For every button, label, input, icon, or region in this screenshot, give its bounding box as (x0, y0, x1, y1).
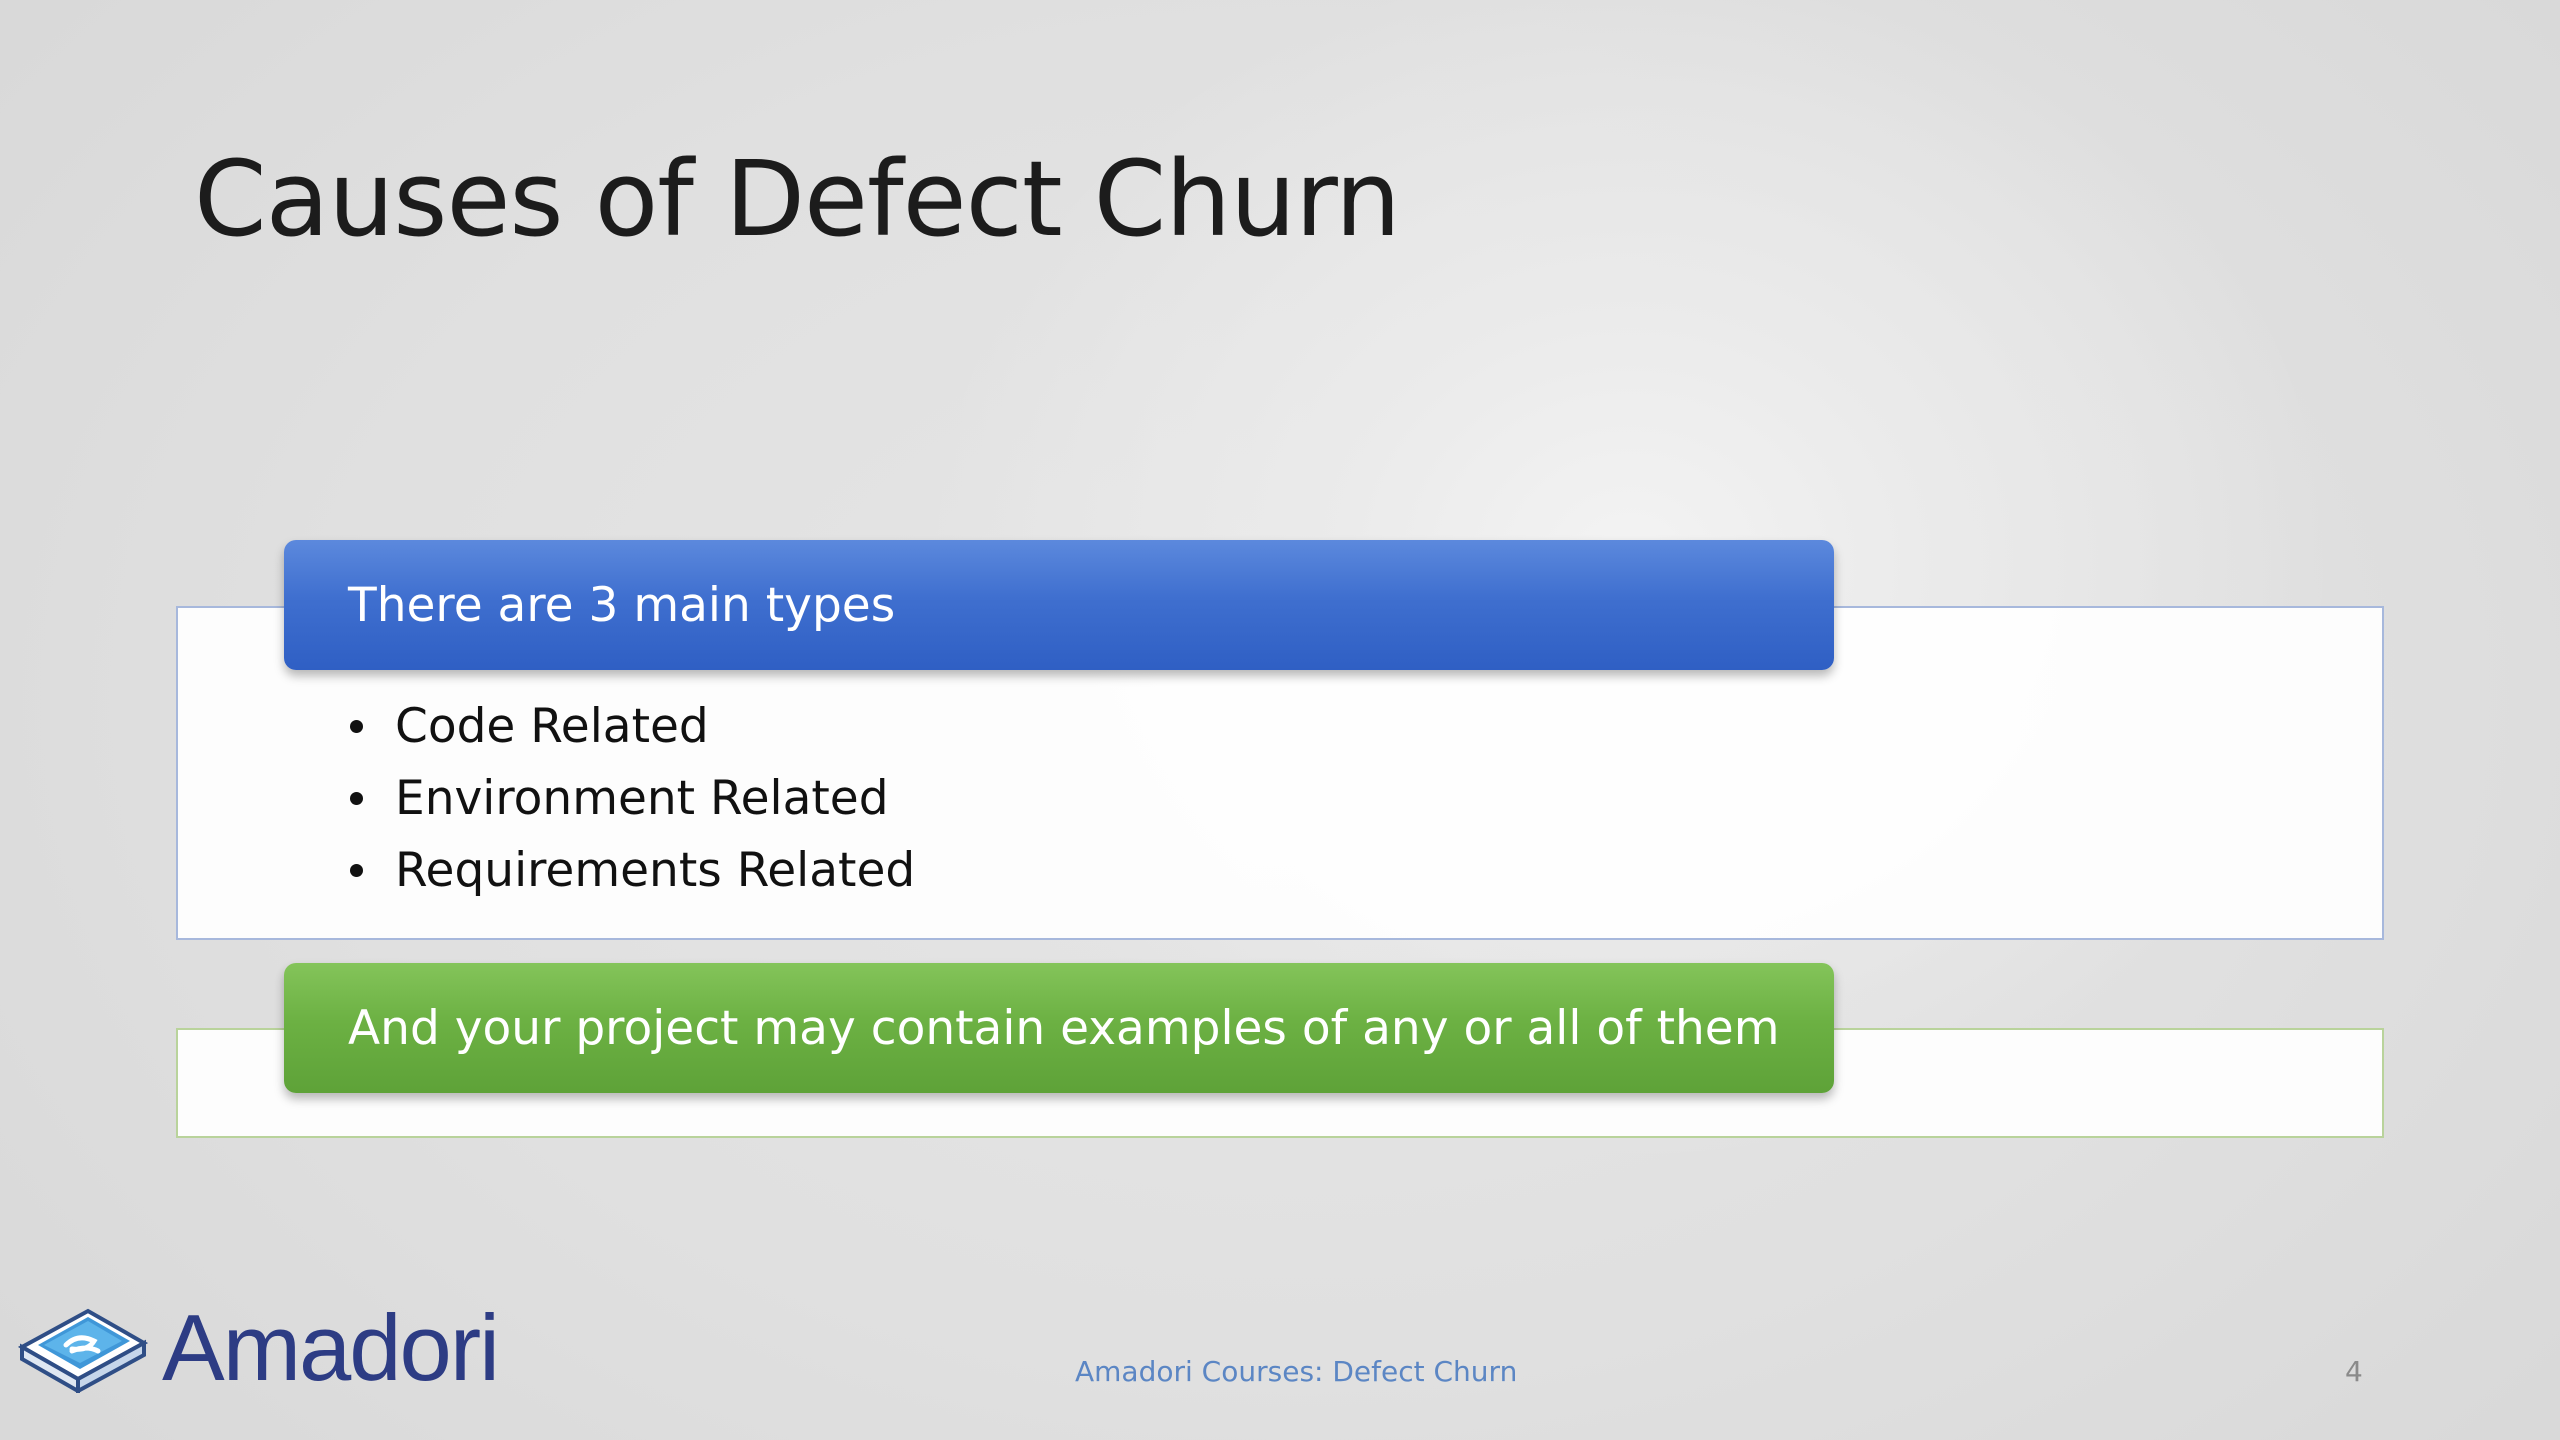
slide-title: Causes of Defect Churn (194, 138, 1401, 260)
footer-course-label: Amadori Courses: Defect Churn (1075, 1355, 1518, 1388)
bullet-dot-icon (350, 863, 363, 877)
list-item-label: Code Related (395, 698, 709, 754)
logo-text: Amadori (162, 1295, 500, 1400)
page-number: 4 (2345, 1355, 2363, 1388)
list-item: Requirements Related (350, 834, 915, 906)
amadori-logo: Amadori (18, 1295, 500, 1400)
types-list: Code Related Environment Related Require… (350, 690, 915, 906)
types-header-label: There are 3 main types (348, 577, 896, 633)
bullet-dot-icon (350, 791, 363, 805)
amadori-book-logo-icon (18, 1308, 148, 1393)
list-item: Code Related (350, 690, 915, 762)
examples-header-label: And your project may contain examples of… (348, 1000, 1780, 1056)
list-item-label: Requirements Related (395, 842, 916, 898)
bullet-dot-icon (350, 719, 363, 733)
list-item-label: Environment Related (395, 770, 889, 826)
types-header: There are 3 main types (284, 540, 1834, 670)
examples-header: And your project may contain examples of… (284, 963, 1834, 1093)
list-item: Environment Related (350, 762, 915, 834)
